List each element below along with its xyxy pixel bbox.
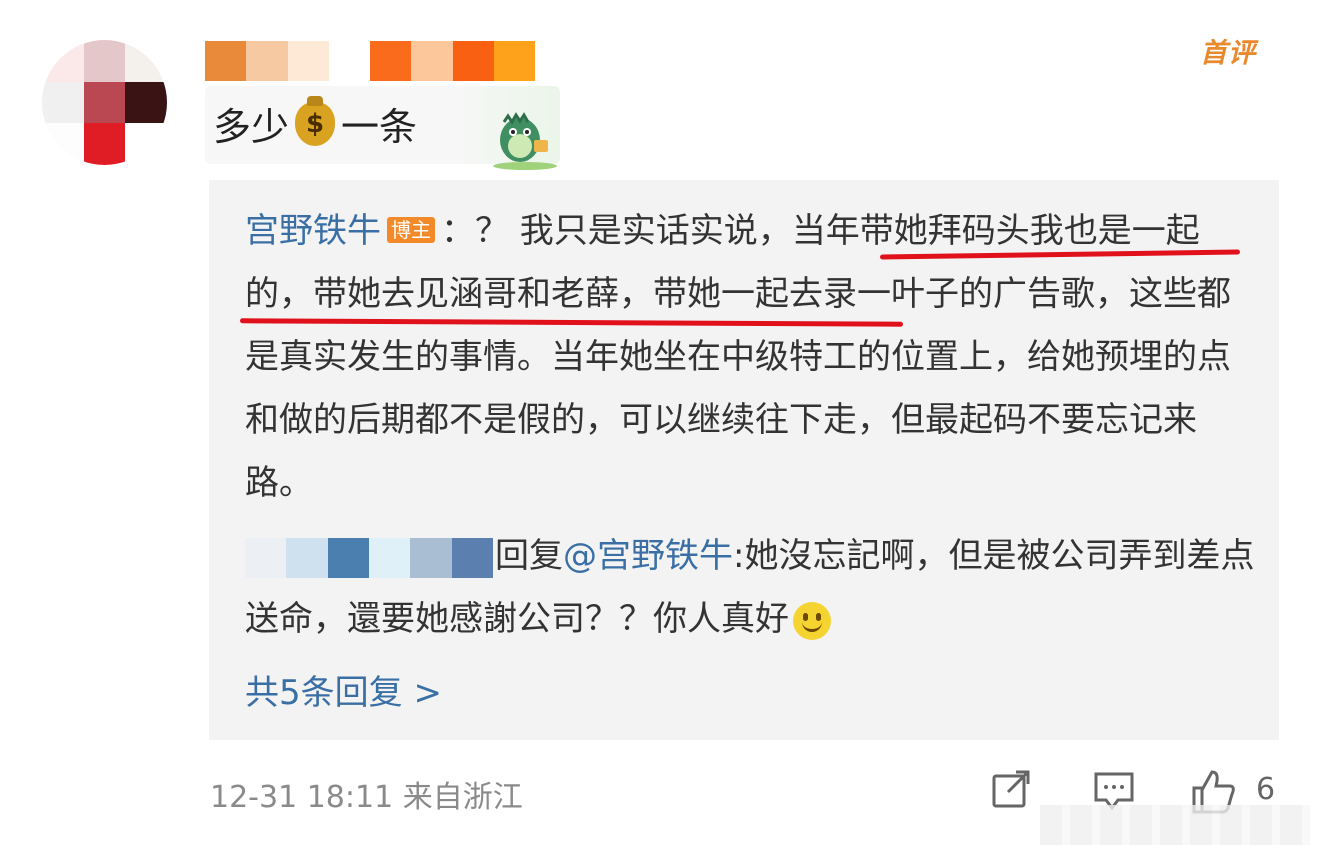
reply-underlined-segment-1: 当年带她拜码头我 bbox=[791, 211, 1064, 251]
share-icon[interactable] bbox=[990, 768, 1034, 812]
money-bag-icon: $ bbox=[295, 95, 336, 146]
timestamp: 12-31 18:11 bbox=[210, 780, 394, 815]
author-tag-badge: 博主 bbox=[387, 216, 435, 243]
like-count: 6 bbox=[1256, 772, 1276, 807]
sub-reply-reply-word: 回复 bbox=[495, 536, 563, 576]
comment-text-before: 多少 bbox=[213, 105, 290, 149]
avatar[interactable] bbox=[42, 40, 167, 165]
reply-segment-1: ？ 我只是实话实说， bbox=[475, 211, 792, 251]
location: 来自浙江 bbox=[402, 780, 523, 815]
username-blurred[interactable] bbox=[205, 41, 535, 81]
reply-author-link[interactable]: 宫野铁牛 bbox=[245, 211, 381, 251]
reply-text: 宫野铁牛 博主：？ 我只是实话实说，当年带她拜码头我也是一起的，带她去见涵哥和老薛… bbox=[245, 200, 1255, 515]
smile-emoji-icon bbox=[793, 601, 831, 640]
comment-text: 多少 $ 一条 bbox=[213, 95, 418, 151]
more-replies-link[interactable]: 共5条回复 > bbox=[245, 665, 442, 714]
comment-text-after: 一条 bbox=[341, 105, 418, 149]
reply-separator: ： bbox=[441, 211, 475, 251]
comment-meta: 12-31 18:11 来自浙江 bbox=[210, 772, 523, 816]
sub-reply-username-blurred[interactable] bbox=[245, 537, 493, 578]
first-comment-badge: 首评 bbox=[1200, 38, 1256, 69]
watermark bbox=[1040, 805, 1310, 845]
sub-reply-mention-link[interactable]: @宫野铁牛 bbox=[563, 536, 733, 576]
sub-reply: 回复@宫野铁牛:她沒忘記啊，但是被公司弄到差点送命，還要她感謝公司？？你人真好 bbox=[245, 525, 1255, 651]
dinosaur-sticker-icon bbox=[493, 112, 557, 170]
